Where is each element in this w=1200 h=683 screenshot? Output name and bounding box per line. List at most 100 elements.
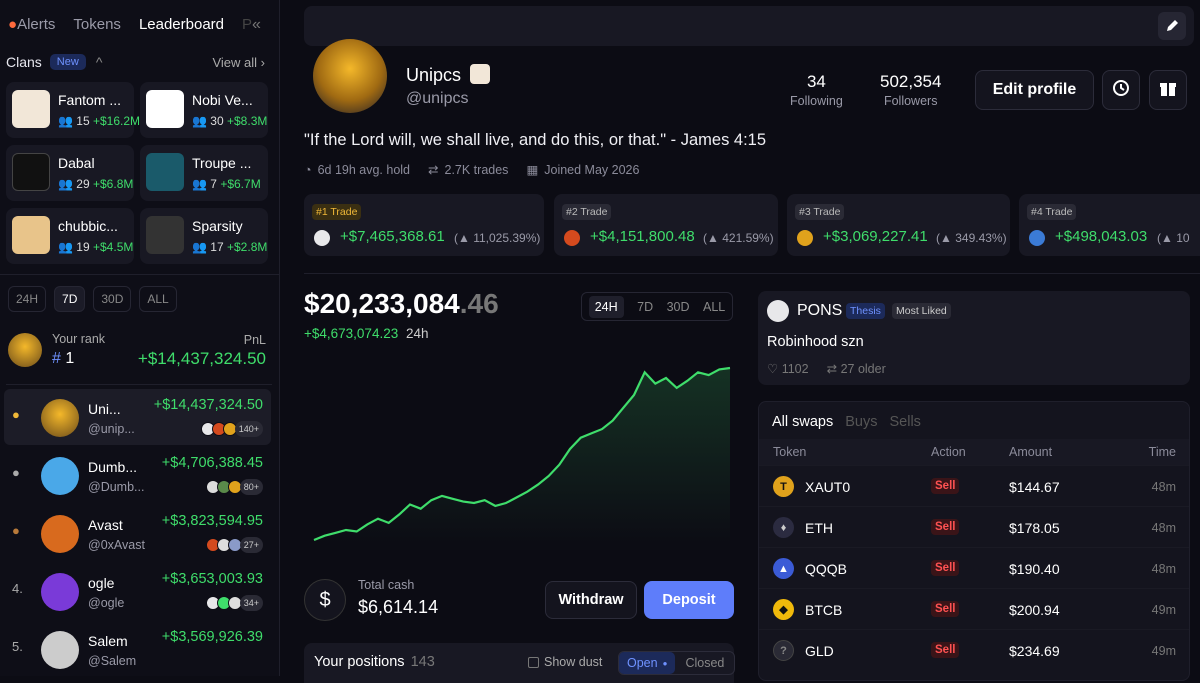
token-stack: 34+	[209, 595, 263, 611]
avatar	[41, 399, 79, 437]
clan-stats: 👥 19 +$4.5M	[58, 240, 133, 254]
top-trade-card[interactable]: #3 Trade +$3,069,227.41 (▲ 349.43%)	[787, 194, 1010, 256]
thesis-card[interactable]: PONS Thesis Most Liked Robinhood szn ♡ 1…	[758, 291, 1190, 385]
swap-token: QQQB	[805, 561, 847, 577]
leaderboard-row[interactable]: ● Avast @0xAvast +$3,823,594.95 27+	[4, 505, 271, 561]
range-30d[interactable]: 30D	[93, 286, 131, 312]
tab-sells[interactable]: Sells	[890, 414, 921, 430]
pencil-icon[interactable]	[1158, 12, 1186, 40]
swap-time: 48m	[1152, 521, 1176, 535]
followers-stat[interactable]: 502,354Followers	[880, 72, 941, 108]
swap-row[interactable]: T XAUT0 Sell $144.67 48m	[759, 465, 1189, 506]
range-7d[interactable]: 7D	[54, 286, 85, 312]
leaderboard-row[interactable]: 4. ogle @ogle +$3,653,003.93 34+	[4, 563, 271, 619]
clan-stats: 👥 17 +$2.8M	[192, 240, 267, 254]
tab-alerts[interactable]: ●Alerts	[8, 16, 55, 33]
history-button[interactable]	[1102, 70, 1140, 110]
swap-row[interactable]: ♦ ETH Sell $178.05 48m	[759, 506, 1189, 547]
avatar	[8, 333, 42, 367]
total-cash-label: Total cash	[358, 578, 414, 592]
older-link[interactable]: ⇄ 27 older	[827, 361, 886, 376]
tab-partial[interactable]: P	[242, 16, 252, 33]
leaderboard-row[interactable]: ● Dumb... @Dumb... +$4,706,388.45 80+	[4, 447, 271, 503]
your-pnl: +$14,437,324.50	[138, 349, 266, 369]
collapse-icon[interactable]: «	[252, 16, 261, 34]
tab-buys[interactable]: Buys	[845, 414, 877, 430]
swap-time: 48m	[1152, 480, 1176, 494]
swap-token: GLD	[805, 643, 834, 659]
range-all[interactable]: ALL	[139, 286, 176, 312]
clan-card[interactable]: Nobi Ve...👥 30 +$8.3M	[140, 82, 268, 138]
clan-avatar	[146, 153, 184, 191]
clan-card[interactable]: Dabal👥 29 +$6.8M	[6, 145, 134, 201]
clan-name: Nobi Ve...	[192, 92, 266, 108]
swap-row[interactable]: ◆ BTCB Sell $200.94 49m	[759, 588, 1189, 629]
trade-amount: +$498,043.03	[1055, 228, 1147, 245]
chart-area	[314, 368, 730, 544]
clan-card[interactable]: Sparsity👥 17 +$2.8M	[140, 208, 268, 264]
chevron-up-icon[interactable]: ^	[96, 54, 103, 70]
top-trade-card[interactable]: #1 Trade +$7,465,368.61 (▲ 11,025.39%)	[304, 194, 544, 256]
clan-avatar	[146, 216, 184, 254]
swap-row[interactable]: ▲ QQQB Sell $190.40 48m	[759, 547, 1189, 588]
tab-all-swaps[interactable]: All swaps	[772, 414, 833, 430]
clan-card[interactable]: chubbic...👥 19 +$4.5M	[6, 208, 134, 264]
swap-token: XAUT0	[805, 479, 850, 495]
col-amount: Amount	[1009, 445, 1052, 459]
closed-tab[interactable]: Closed	[675, 656, 734, 670]
calendar-icon: ▦	[526, 162, 538, 177]
trade-pct: (▲ 10	[1157, 231, 1190, 245]
members-icon: 👥	[192, 240, 207, 254]
token-icon	[797, 230, 813, 246]
sidebar-tabs: ●Alerts Tokens Leaderboard P	[8, 16, 252, 33]
chart-range-all[interactable]: ALL	[703, 300, 725, 314]
swap-time: 48m	[1152, 562, 1176, 576]
trade-pct: (▲ 11,025.39%)	[454, 231, 540, 245]
profile-banner	[304, 6, 1194, 46]
tab-leaderboard[interactable]: Leaderboard	[139, 16, 224, 33]
trader-pnl: +$4,706,388.45	[162, 455, 263, 471]
show-dust-toggle[interactable]: Show dust	[528, 655, 602, 669]
top-trade-card[interactable]: #4 Trade +$498,043.03 (▲ 10	[1019, 194, 1200, 256]
top-trade-card[interactable]: #2 Trade +$4,151,800.48 (▲ 421.59%)	[554, 194, 778, 256]
withdraw-button[interactable]: Withdraw	[545, 581, 637, 619]
trade-count: ⇄2.7K trades	[428, 162, 508, 177]
swaps-tabs: All swaps Buys Sells	[772, 414, 921, 430]
col-time: Time	[1149, 445, 1176, 459]
sidebar: ●Alerts Tokens Leaderboard P « Clans New…	[0, 0, 280, 676]
profile-bio: "If the Lord will, we shall live, and do…	[304, 131, 766, 150]
trader-name: Uni...	[88, 401, 148, 417]
avatar	[41, 457, 79, 495]
swap-amount: $190.40	[1009, 561, 1060, 577]
pnl-label: PnL	[244, 333, 266, 347]
chart-range-30d[interactable]: 30D	[667, 300, 690, 314]
trade-pct: (▲ 349.43%)	[936, 231, 1007, 245]
portfolio-balance: $20,233,084.46	[304, 288, 499, 320]
clan-card[interactable]: Fantom ...👥 15 +$16.2M	[6, 82, 134, 138]
trader-name: Salem	[88, 633, 148, 649]
leaderboard-row[interactable]: ● Uni... @unip... +$14,437,324.50 140+	[4, 389, 271, 445]
swap-token: BTCB	[805, 602, 842, 618]
range-24h[interactable]: 24H	[8, 286, 46, 312]
members-icon: 👥	[58, 114, 73, 128]
following-stat[interactable]: 34Following	[790, 72, 843, 108]
trader-name: Dumb...	[88, 459, 148, 475]
swap-action: Sell	[931, 519, 959, 535]
clan-stats: 👥 15 +$16.2M	[58, 114, 140, 128]
clan-card[interactable]: Troupe ...👥 7 +$6.7M	[140, 145, 268, 201]
positions-header: Your positions143 Show dust Open● Closed	[304, 643, 734, 683]
chart-range-24h[interactable]: 24H	[589, 296, 624, 318]
clan-name: Fantom ...	[58, 92, 132, 108]
swap-row[interactable]: ? GLD Sell $234.69 49m	[759, 629, 1189, 670]
swap-time: 49m	[1152, 603, 1176, 617]
chart-range-7d[interactable]: 7D	[637, 300, 653, 314]
edit-profile-button[interactable]: Edit profile	[975, 70, 1094, 110]
gift-icon	[1158, 78, 1178, 103]
gift-button[interactable]	[1149, 70, 1187, 110]
view-all-link[interactable]: View all ›	[212, 55, 265, 70]
open-tab[interactable]: Open●	[619, 652, 675, 674]
tab-tokens[interactable]: Tokens	[73, 16, 121, 33]
deposit-button[interactable]: Deposit	[644, 581, 734, 619]
leaderboard-row[interactable]: 5. Salem @Salem +$3,569,926.39	[4, 621, 271, 677]
like-button[interactable]: ♡ 1102	[767, 361, 809, 376]
